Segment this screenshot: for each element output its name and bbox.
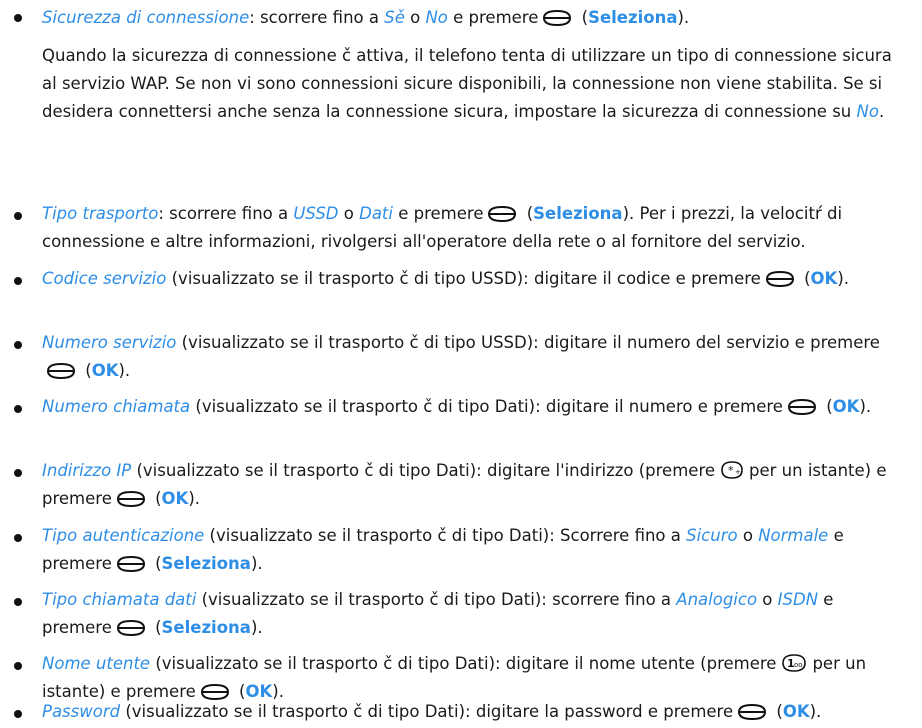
navi-key-icon	[116, 555, 145, 573]
navi-key-icon	[738, 703, 767, 721]
navi-key-icon	[488, 205, 517, 223]
setting-name: Tipo trasporto	[42, 204, 159, 223]
bullet	[14, 534, 22, 542]
setting-name: Tipo chiamata dati	[42, 590, 197, 609]
manual-page: Sicurezza di connessione: scorrere fino …	[0, 0, 922, 728]
bullet	[14, 405, 22, 413]
option-name: Sicuro	[686, 526, 738, 545]
setting-name: Indirizzo IP	[42, 461, 132, 480]
option-name: No	[425, 8, 448, 27]
item-text: Codice servizio (visualizzato se il tras…	[42, 269, 850, 288]
option-name: Sě	[384, 8, 405, 27]
item-text: Indirizzo IP (visualizzato se il traspor…	[42, 461, 887, 508]
item-text: Password (visualizzato se il trasporto č…	[42, 702, 822, 721]
softkey-label: OK	[161, 489, 189, 508]
option-name: ISDN	[777, 590, 819, 609]
option-name: Normale	[758, 526, 829, 545]
softkey-label: OK	[810, 269, 838, 288]
softkey-label: Seleziona	[533, 204, 623, 223]
option-name: No	[856, 102, 879, 121]
bullet	[14, 469, 22, 477]
softkey-label: Seleziona	[161, 618, 251, 637]
navi-key-icon	[116, 619, 145, 637]
setting-name: Numero chiamata	[42, 397, 191, 416]
setting-name: Nome utente	[42, 654, 151, 673]
bullet	[14, 14, 22, 22]
item-text: Tipo chiamata dati (visualizzato se il t…	[42, 590, 834, 637]
bullet	[14, 212, 22, 220]
option-name: USSD	[293, 204, 339, 223]
navi-key-icon	[787, 398, 816, 416]
setting-name: Numero servizio	[42, 333, 177, 352]
item-text: Sicurezza di connessione: scorrere fino …	[42, 8, 690, 27]
softkey-label: Seleziona	[588, 8, 678, 27]
bullet	[14, 341, 22, 349]
bullet	[14, 662, 22, 670]
setting-name: Sicurezza di connessione	[42, 8, 250, 27]
navi-key-icon	[765, 270, 794, 288]
setting-name: Codice servizio	[42, 269, 167, 288]
softkey-label: OK	[832, 397, 860, 416]
bullet	[14, 710, 22, 718]
setting-name: Tipo autenticazione	[42, 526, 205, 545]
softkey-label: OK	[91, 361, 119, 380]
svg-text:*: *	[728, 464, 734, 477]
note-paragraph: Quando la sicurezza di connessione č att…	[42, 46, 892, 121]
softkey-label: OK	[782, 702, 810, 721]
item-text: Tipo trasporto: scorrere fino a USSD o D…	[42, 204, 843, 251]
svg-text:oo: oo	[794, 661, 803, 669]
navi-key-icon	[543, 9, 572, 27]
item-text: Numero servizio (visualizzato se il tras…	[42, 333, 880, 380]
item-text: Numero chiamata (visualizzato se il tras…	[42, 397, 872, 416]
bullet	[14, 598, 22, 606]
item-text: Tipo autenticazione (visualizzato se il …	[42, 526, 844, 573]
option-name: Analogico	[676, 590, 758, 609]
navi-key-icon	[46, 362, 76, 380]
svg-text:+: +	[735, 468, 741, 476]
star-key-icon: * +	[721, 461, 743, 479]
setting-name: Password	[42, 702, 121, 721]
softkey-label: Seleziona	[161, 554, 251, 573]
one-key-icon: 1 oo	[782, 654, 807, 672]
option-name: Dati	[359, 204, 393, 223]
bullet	[14, 277, 22, 285]
navi-key-icon	[116, 490, 145, 508]
